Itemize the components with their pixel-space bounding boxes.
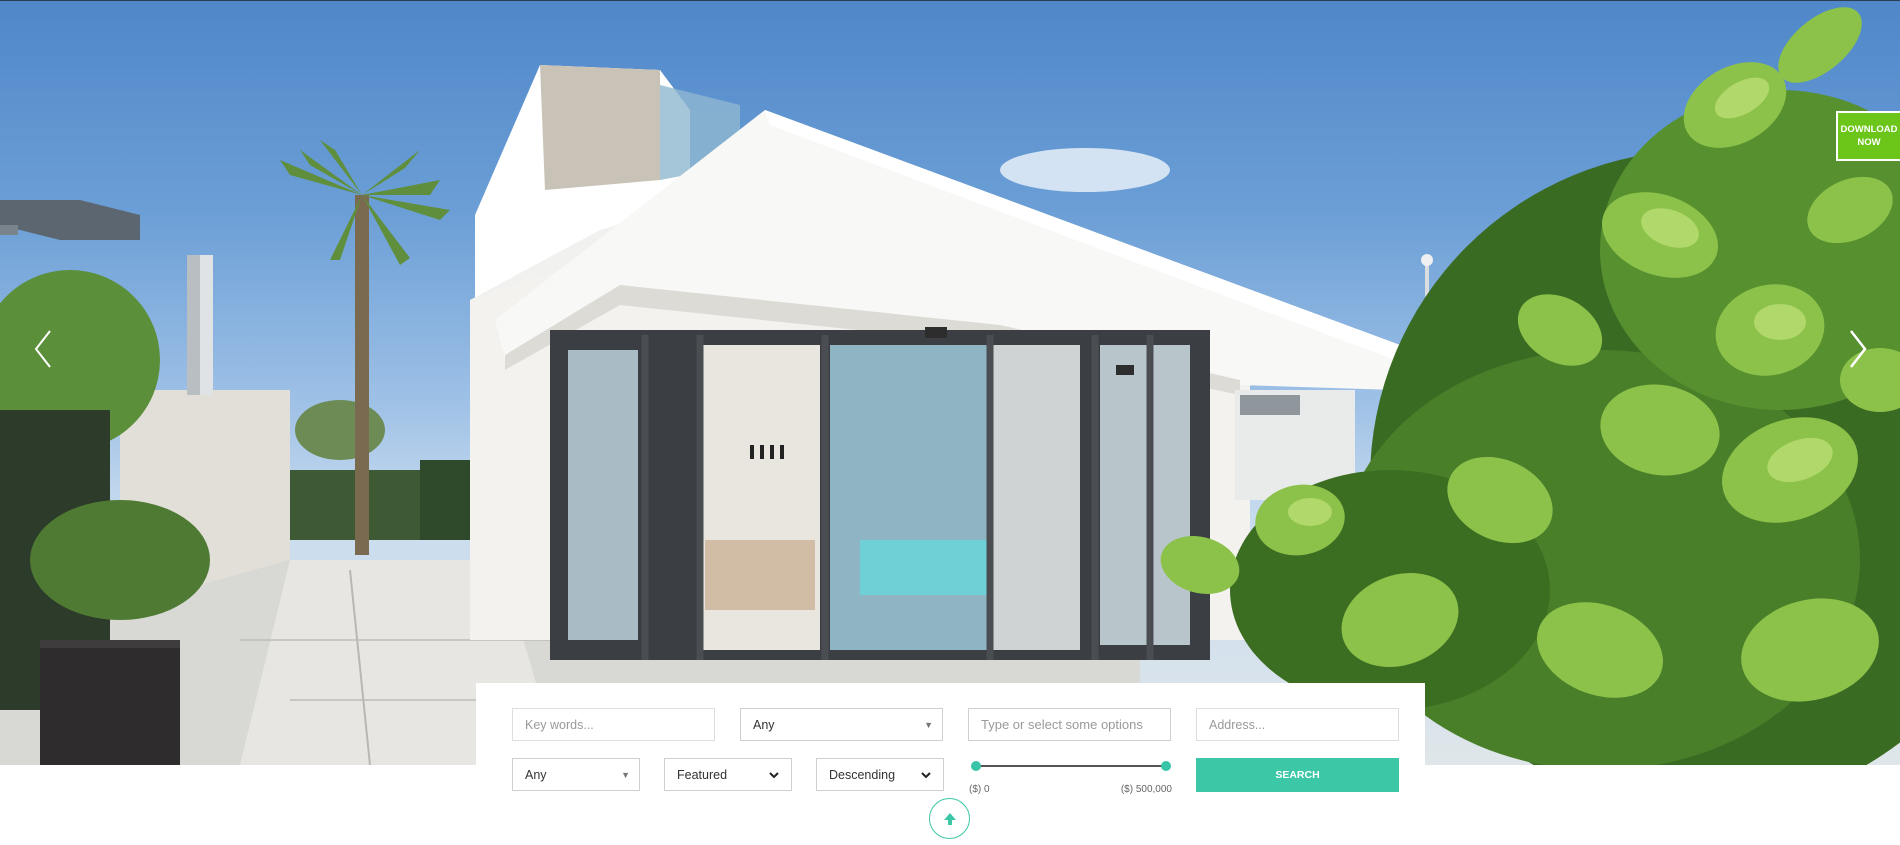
- chevron-down-icon: [769, 772, 779, 779]
- status-select[interactable]: Any ▼: [512, 758, 640, 791]
- download-line-2: NOW: [1857, 137, 1881, 148]
- download-line-1: DOWNLOAD: [1840, 124, 1898, 135]
- chevron-left-icon: [34, 330, 51, 368]
- address-input[interactable]: [1209, 709, 1398, 740]
- keywords-input[interactable]: [525, 709, 714, 740]
- download-now-button[interactable]: DOWNLOAD NOW: [1836, 111, 1900, 161]
- status-select-value: Any: [525, 767, 547, 782]
- price-min-handle[interactable]: [971, 761, 981, 771]
- caret-down-icon: ▼: [621, 770, 630, 780]
- options-input[interactable]: [981, 709, 1170, 740]
- address-field[interactable]: [1196, 708, 1399, 741]
- arrow-up-icon: [943, 812, 956, 825]
- hero-image-villa: [0, 7, 1900, 765]
- sort-select-value: Featured: [677, 767, 728, 782]
- hero-slider: [0, 0, 1900, 765]
- slider-prev-button[interactable]: [28, 325, 58, 373]
- type-select[interactable]: Any ▼: [740, 708, 943, 741]
- order-select[interactable]: Descending: [816, 758, 944, 791]
- order-select-value: Descending: [829, 767, 896, 782]
- options-multiselect[interactable]: [968, 708, 1171, 741]
- price-min-label: ($) 0: [969, 784, 990, 795]
- scroll-to-top-button[interactable]: [929, 798, 970, 839]
- type-select-value: Any: [753, 717, 775, 732]
- chevron-down-icon: [921, 772, 931, 779]
- price-slider-track: [975, 765, 1167, 767]
- caret-down-icon: ▼: [924, 720, 933, 730]
- price-max-label: ($) 500,000: [1120, 784, 1172, 795]
- search-button[interactable]: SEARCH: [1196, 758, 1399, 792]
- price-max-handle[interactable]: [1161, 761, 1171, 771]
- price-range-slider[interactable]: [971, 760, 1171, 772]
- property-search-panel: Any ▼ Any ▼ Featured Descending ($) 0 ($…: [476, 683, 1425, 795]
- slider-next-button[interactable]: [1843, 325, 1873, 373]
- chevron-right-icon: [1850, 330, 1867, 368]
- keywords-field[interactable]: [512, 708, 715, 741]
- sort-select[interactable]: Featured: [664, 758, 792, 791]
